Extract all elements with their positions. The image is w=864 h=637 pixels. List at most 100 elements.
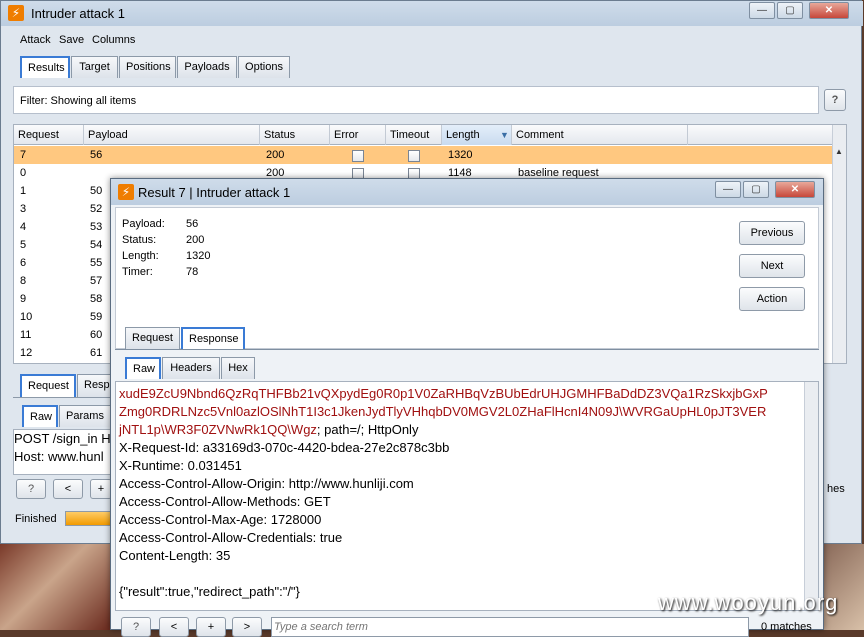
progress-fill: [66, 512, 114, 525]
cell-request: 12: [20, 347, 33, 359]
result-window-title: Result 7 | Intruder attack 1: [138, 185, 291, 200]
lower-prev-button[interactable]: <: [53, 479, 83, 499]
search-matches: 0 matches: [761, 621, 812, 633]
lower-help-button[interactable]: ?: [16, 479, 46, 499]
tab-positions[interactable]: Positions: [119, 56, 176, 78]
cell-request: 7: [20, 149, 27, 161]
cell-payload: 50: [90, 185, 103, 197]
lower-tab-request[interactable]: Request: [20, 374, 76, 397]
info-payload-value: 56: [186, 218, 199, 230]
response-text: xudE9ZcU9Nbnd6QzRqTHFBb21vQXpydEg0R0p1V0…: [119, 385, 768, 601]
result-info-values: 56 200 1320 78: [186, 216, 210, 280]
cell-payload: 53: [90, 221, 103, 233]
result-title-bar[interactable]: ⚡ Result 7 | Intruder attack 1 — ▢ ✕: [111, 179, 823, 205]
lower-request-view[interactable]: POST /sign_in H Host: www.hunl: [13, 429, 123, 475]
response-line: Access-Control-Allow-Credentials: true: [119, 530, 343, 545]
maximize-button[interactable]: ▢: [777, 2, 803, 19]
search-help-button[interactable]: ?: [121, 617, 151, 637]
result-subtab-hex[interactable]: Hex: [221, 357, 255, 379]
divider: [13, 397, 123, 398]
col-payload[interactable]: Payload: [84, 125, 260, 145]
scroll-up-icon[interactable]: ▲: [835, 147, 843, 156]
cell-payload: 52: [90, 203, 103, 215]
search-add-button[interactable]: +: [196, 617, 226, 637]
response-cookie-tail-value: jNTL1p\WR3F0ZVNwRk1QQ\Wgz: [119, 422, 317, 437]
info-payload-label: Payload:: [122, 218, 165, 230]
cell-status: 200: [266, 149, 285, 161]
menu-attack[interactable]: Attack: [20, 34, 51, 46]
response-scrollbar[interactable]: [804, 382, 818, 610]
previous-button[interactable]: Previous: [739, 221, 805, 245]
table-header: Request Payload Status Error Timeout Len…: [14, 125, 832, 145]
title-bar[interactable]: ⚡ Intruder attack 1 — ▢ ✕: [1, 1, 863, 26]
tab-target[interactable]: Target: [71, 56, 118, 78]
lower-line-2: Host: www.hunl: [14, 449, 104, 464]
response-cookie-line-3: jNTL1p\WR3F0ZVNwRk1QQ\Wgz; path=/; HttpO…: [119, 421, 768, 439]
search-input[interactable]: [271, 617, 749, 637]
result-tab-request[interactable]: Request: [125, 327, 180, 349]
help-button[interactable]: ?: [824, 89, 846, 111]
result-subtab-headers[interactable]: Headers: [162, 357, 220, 379]
result-tab-response[interactable]: Response: [181, 327, 245, 349]
response-line: Access-Control-Allow-Methods: GET: [119, 494, 331, 509]
cell-payload: 60: [90, 329, 103, 341]
result-info-labels: Payload: Status: Length: Timer:: [122, 216, 165, 280]
close-button[interactable]: ✕: [809, 2, 849, 19]
result-subtab-raw[interactable]: Raw: [125, 357, 161, 379]
cell-payload: 57: [90, 275, 103, 287]
tab-payloads[interactable]: Payloads: [177, 56, 237, 78]
response-line: X-Runtime: 0.031451: [119, 458, 242, 473]
col-comment[interactable]: Comment: [512, 125, 688, 145]
timeout-checkbox[interactable]: [408, 150, 420, 162]
lower-subtab-raw[interactable]: Raw: [22, 405, 58, 427]
info-length-label: Length:: [122, 250, 159, 262]
result-maximize-button[interactable]: ▢: [743, 181, 769, 198]
response-line: [119, 565, 768, 583]
tab-options[interactable]: Options: [238, 56, 290, 78]
info-status-label: Status:: [122, 234, 157, 246]
search-next-button[interactable]: >: [232, 617, 262, 637]
lower-matches-label: hes: [827, 483, 845, 495]
lower-add-button[interactable]: +: [90, 479, 112, 499]
response-view[interactable]: xudE9ZcU9Nbnd6QzRqTHFBb21vQXpydEg0R0p1V0…: [115, 381, 819, 611]
lower-subtab-params[interactable]: Params: [59, 405, 111, 427]
tab-divider: [115, 349, 819, 350]
window-title: Intruder attack 1: [31, 6, 125, 21]
col-request[interactable]: Request: [14, 125, 84, 145]
desktop-background-right: [824, 544, 864, 630]
menu-columns[interactable]: Columns: [92, 34, 135, 46]
minimize-button[interactable]: —: [749, 2, 775, 19]
info-timer-value: 78: [186, 266, 199, 278]
cell-request: 4: [20, 221, 27, 233]
table-scrollbar[interactable]: ▲: [832, 125, 846, 363]
col-length[interactable]: Length ▼: [442, 125, 512, 145]
desktop-background: [0, 544, 110, 630]
search-prev-button[interactable]: <: [159, 617, 189, 637]
response-cookie-tail: ; path=/; HttpOnly: [316, 422, 419, 437]
filter-text: Filter: Showing all items: [20, 95, 137, 107]
cell-payload: 54: [90, 239, 103, 251]
col-error[interactable]: Error: [330, 125, 386, 145]
cell-payload: 55: [90, 257, 103, 269]
cell-request: 5: [20, 239, 27, 251]
col-status[interactable]: Status: [260, 125, 330, 145]
tab-results[interactable]: Results: [20, 56, 70, 78]
result-minimize-button[interactable]: —: [715, 181, 741, 198]
cell-request: 8: [20, 275, 27, 287]
filter-bar[interactable]: Filter: Showing all items: [13, 86, 819, 114]
cell-length: 1320: [448, 149, 473, 161]
cell-payload: 56: [90, 149, 103, 161]
col-timeout[interactable]: Timeout: [386, 125, 442, 145]
status-label: Finished: [15, 513, 57, 525]
error-checkbox[interactable]: [352, 150, 364, 162]
cell-request: 3: [20, 203, 27, 215]
burp-logo-icon: ⚡: [8, 5, 24, 21]
action-button[interactable]: Action: [739, 287, 805, 311]
next-button[interactable]: Next: [739, 254, 805, 278]
menu-save[interactable]: Save: [59, 34, 84, 46]
progress-bar: [65, 511, 115, 526]
table-row[interactable]: 7 56 200 1320: [14, 146, 832, 164]
result-close-button[interactable]: ✕: [775, 181, 815, 198]
info-status-value: 200: [186, 234, 205, 246]
cell-payload: 61: [90, 347, 103, 359]
